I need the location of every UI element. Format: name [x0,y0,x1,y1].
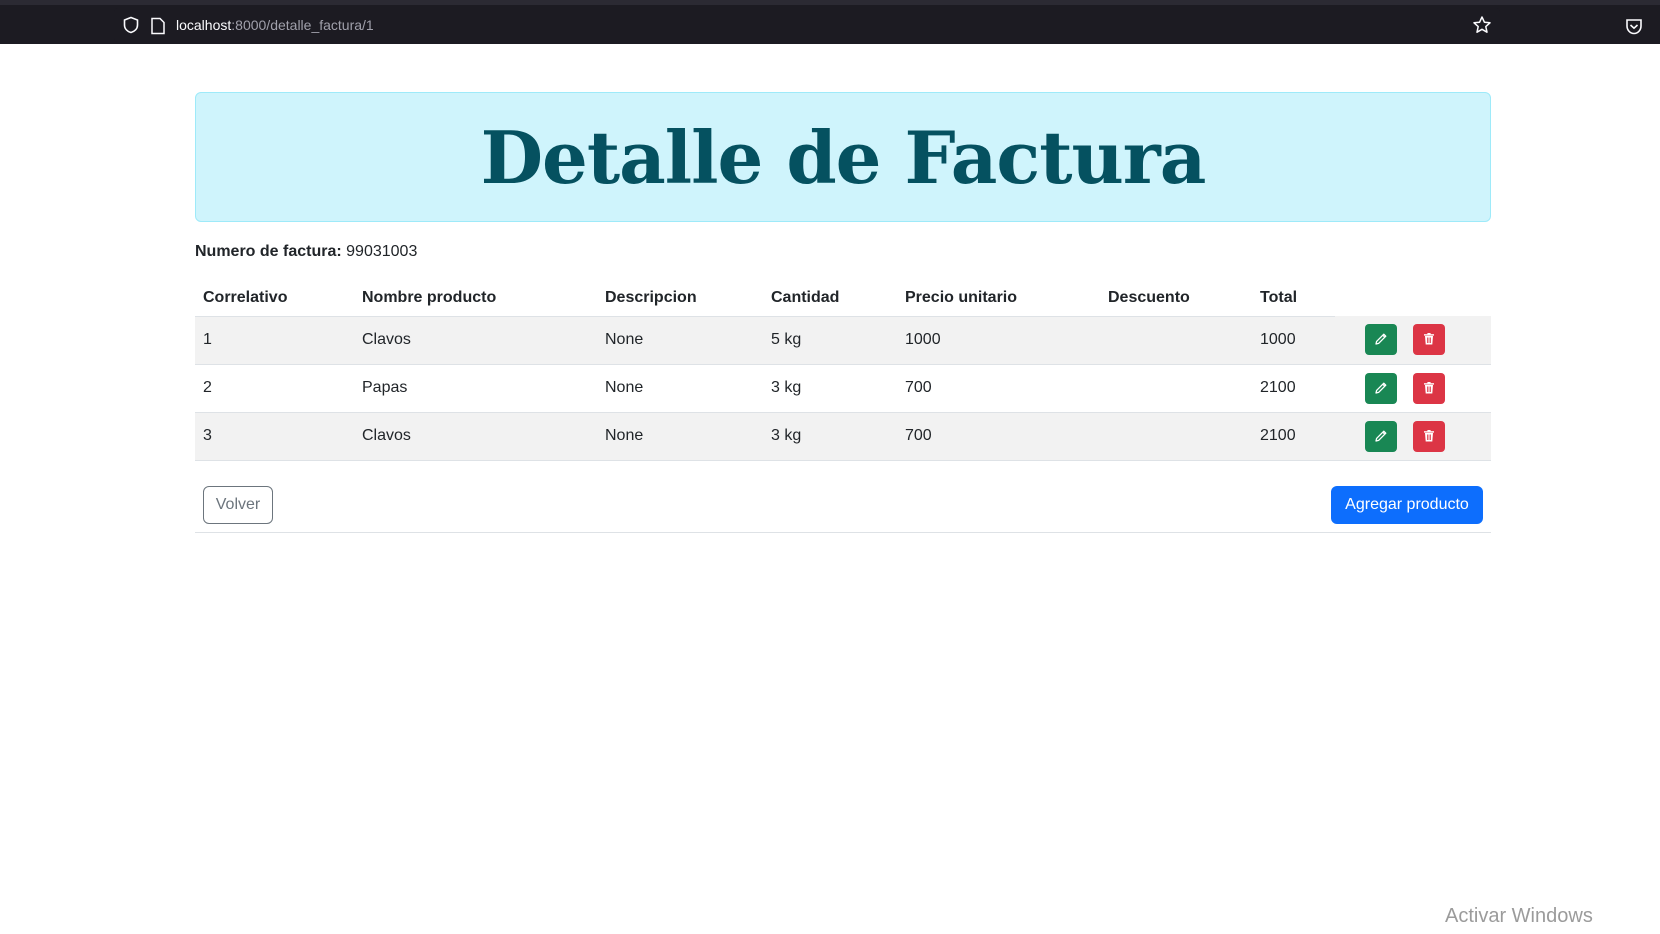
cell-correlativo: 2 [195,364,354,413]
url-host: localhost [176,17,232,33]
url-path: :8000/detalle_factura/1 [231,17,374,33]
invoice-number-line: Numero de factura: 99031003 [195,240,1491,264]
table-row: 3 Clavos None 3 kg 700 2100 [195,412,1491,461]
cell-descripcion: None [597,316,763,365]
header-precio-unitario: Precio unitario [897,280,1100,317]
cell-nombre-producto: Clavos [354,316,597,365]
row-actions [1335,364,1491,413]
cell-correlativo: 1 [195,316,354,365]
cell-descripcion: None [597,364,763,413]
cell-precio-unitario: 700 [897,412,1100,461]
url-text[interactable]: localhost:8000/detalle_factura/1 [176,17,374,33]
table-header-row: Correlativo Nombre producto Descripcion … [195,280,1491,317]
row-actions [1335,316,1491,365]
delete-button[interactable] [1413,324,1446,356]
invoice-detail-table: Correlativo Nombre producto Descripcion … [195,280,1491,461]
invoice-number-value: 99031003 [346,243,418,260]
header-cantidad: Cantidad [763,280,897,317]
header-correlativo: Correlativo [195,280,354,317]
browser-toolbar: localhost:8000/detalle_factura/1 [0,0,1660,44]
cell-total: 1000 [1252,316,1335,365]
header-actions [1335,280,1491,316]
table-row: 1 Clavos None 5 kg 1000 1000 [195,316,1491,365]
pencil-icon [1375,430,1387,442]
delete-button[interactable] [1413,372,1446,404]
trash-icon [1424,333,1435,345]
main-container: Detalle de Factura Numero de factura: 99… [195,92,1491,533]
cell-cantidad: 3 kg [763,364,897,413]
trash-icon [1424,429,1435,441]
edit-button[interactable] [1365,324,1397,356]
delete-button[interactable] [1413,420,1446,452]
invoice-number-label: Numero de factura: [195,243,342,260]
cell-precio-unitario: 700 [897,364,1100,413]
page-icon [151,17,165,35]
windows-activation-watermark: Activar Windows [1445,905,1593,927]
edit-button[interactable] [1365,420,1397,452]
cell-descripcion: None [597,412,763,461]
cell-total: 2100 [1252,412,1335,461]
cell-precio-unitario: 1000 [897,316,1100,365]
cell-nombre-producto: Clavos [354,412,597,461]
header-descripcion: Descripcion [597,280,763,317]
address-bar[interactable]: localhost:8000/detalle_factura/1 [114,8,1500,42]
cell-total: 2100 [1252,364,1335,413]
table-footer: Volver Agregar producto [195,461,1491,533]
header-total: Total [1252,280,1335,317]
back-button[interactable]: Volver [203,485,273,524]
trash-icon [1424,381,1435,393]
add-product-button[interactable]: Agregar producto [1331,485,1483,524]
page-title: Detalle de Factura [480,114,1207,200]
shield-icon[interactable] [122,16,140,34]
pencil-icon [1375,382,1387,394]
header-nombre-producto: Nombre producto [354,280,597,317]
cell-cantidad: 5 kg [763,316,897,365]
cell-nombre-producto: Papas [354,364,597,413]
cell-descuento [1100,364,1252,413]
bookmark-star-icon[interactable] [1472,15,1492,35]
cell-correlativo: 3 [195,412,354,461]
title-banner: Detalle de Factura [195,92,1491,222]
edit-button[interactable] [1365,372,1397,404]
table-row: 2 Papas None 3 kg 700 2100 [195,364,1491,413]
header-descuento: Descuento [1100,280,1252,317]
row-actions [1335,412,1491,461]
pocket-icon[interactable] [1624,17,1644,37]
cell-descuento [1100,316,1252,365]
cell-descuento [1100,412,1252,461]
pencil-icon [1375,333,1387,345]
cell-cantidad: 3 kg [763,412,897,461]
